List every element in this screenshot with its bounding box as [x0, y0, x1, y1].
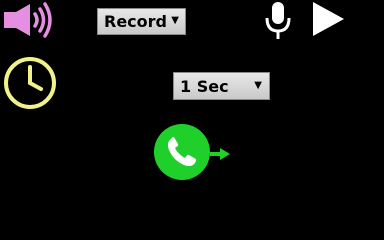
microphone-icon[interactable] [262, 0, 294, 42]
phone-call-forward-icon[interactable] [152, 122, 234, 182]
interval-select[interactable]: 1 Sec ▼ [173, 72, 270, 100]
record-mode-select[interactable]: Record ▼ [97, 8, 186, 35]
chevron-down-icon: ▼ [254, 80, 262, 91]
record-mode-value: Record [104, 12, 167, 31]
play-icon[interactable] [310, 0, 346, 38]
clock-timer-icon[interactable] [3, 56, 57, 110]
speaker-volume-icon[interactable] [2, 2, 54, 38]
interval-value: 1 Sec [180, 76, 229, 96]
chevron-down-icon: ▼ [171, 15, 179, 26]
